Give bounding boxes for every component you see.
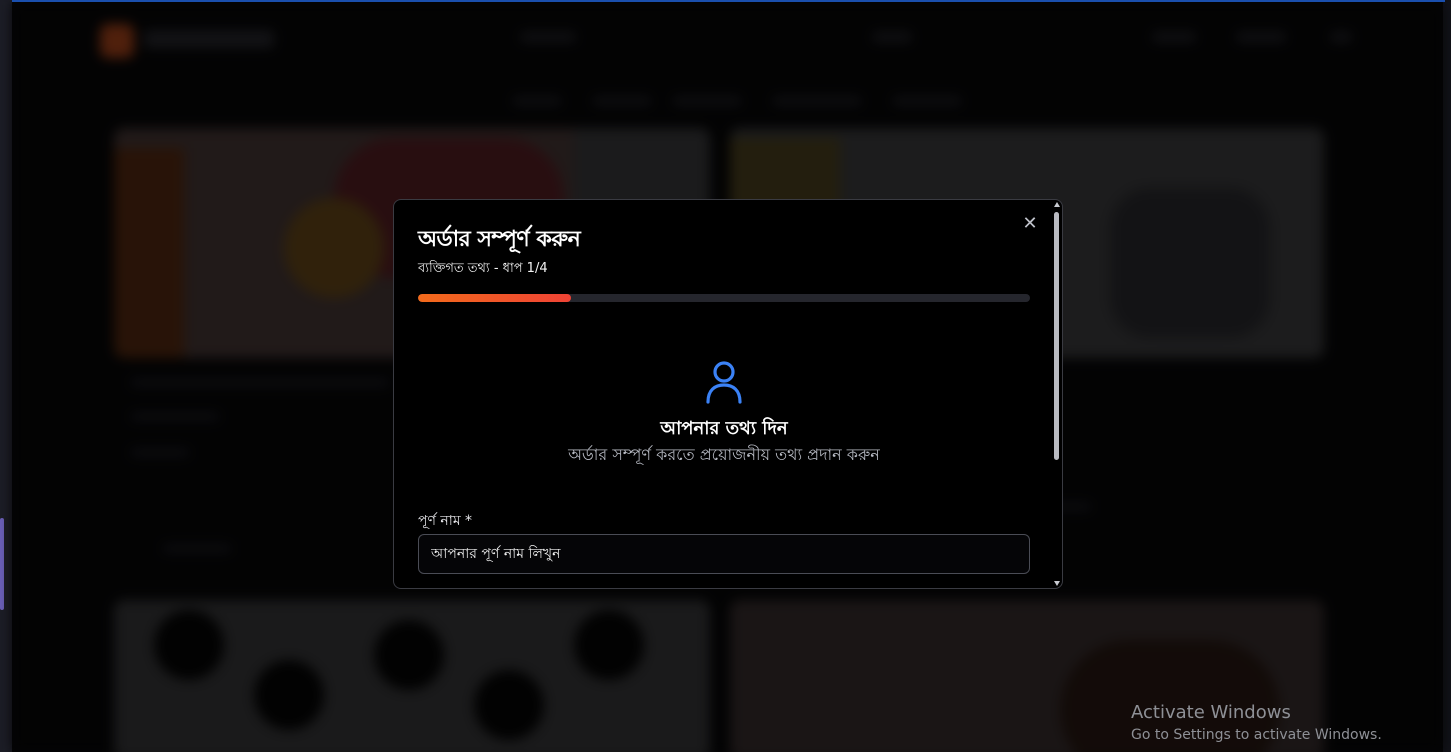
- window-top-border: [12, 0, 1445, 2]
- scroll-down-icon[interactable]: [1054, 581, 1060, 586]
- step-indicator: ব্যক্তিগত তথ্য - ধাপ 1/4: [418, 261, 548, 276]
- modal-title: অর্ডার সম্পূর্ণ করুন: [418, 227, 581, 252]
- close-icon: ✕: [1022, 213, 1038, 234]
- watermark-title: Activate Windows: [1131, 702, 1291, 723]
- left-edge-indicator: [0, 518, 4, 610]
- checkout-modal: অর্ডার সম্পূর্ণ করুন ব্যক্তিগত তথ্য - ধা…: [393, 199, 1063, 589]
- progress-bar: [418, 294, 1030, 302]
- right-window-edge: [1443, 0, 1451, 752]
- scroll-thumb[interactable]: [1054, 212, 1059, 460]
- scroll-up-icon[interactable]: [1054, 202, 1060, 207]
- full-name-label: পূর্ণ নাম *: [418, 513, 473, 529]
- left-window-edge: [0, 0, 12, 752]
- modal-scrollbar[interactable]: [1053, 202, 1061, 586]
- section-title: আপনার তথ্য দিন: [660, 418, 788, 439]
- section-subtitle: অর্ডার সম্পূর্ণ করতে প্রয়োজনীয় তথ্য প্…: [568, 445, 880, 464]
- activate-windows-watermark: Activate Windows Go to Settings to activ…: [1131, 702, 1382, 746]
- full-name-input[interactable]: [418, 534, 1030, 574]
- user-icon: [706, 361, 742, 404]
- screen: অর্ডার সম্পূর্ণ করুন ব্যক্তিগত তথ্য - ধা…: [0, 0, 1451, 752]
- watermark-subtitle: Go to Settings to activate Windows.: [1131, 727, 1382, 743]
- close-button[interactable]: ✕: [1020, 214, 1040, 234]
- progress-fill: [418, 294, 571, 302]
